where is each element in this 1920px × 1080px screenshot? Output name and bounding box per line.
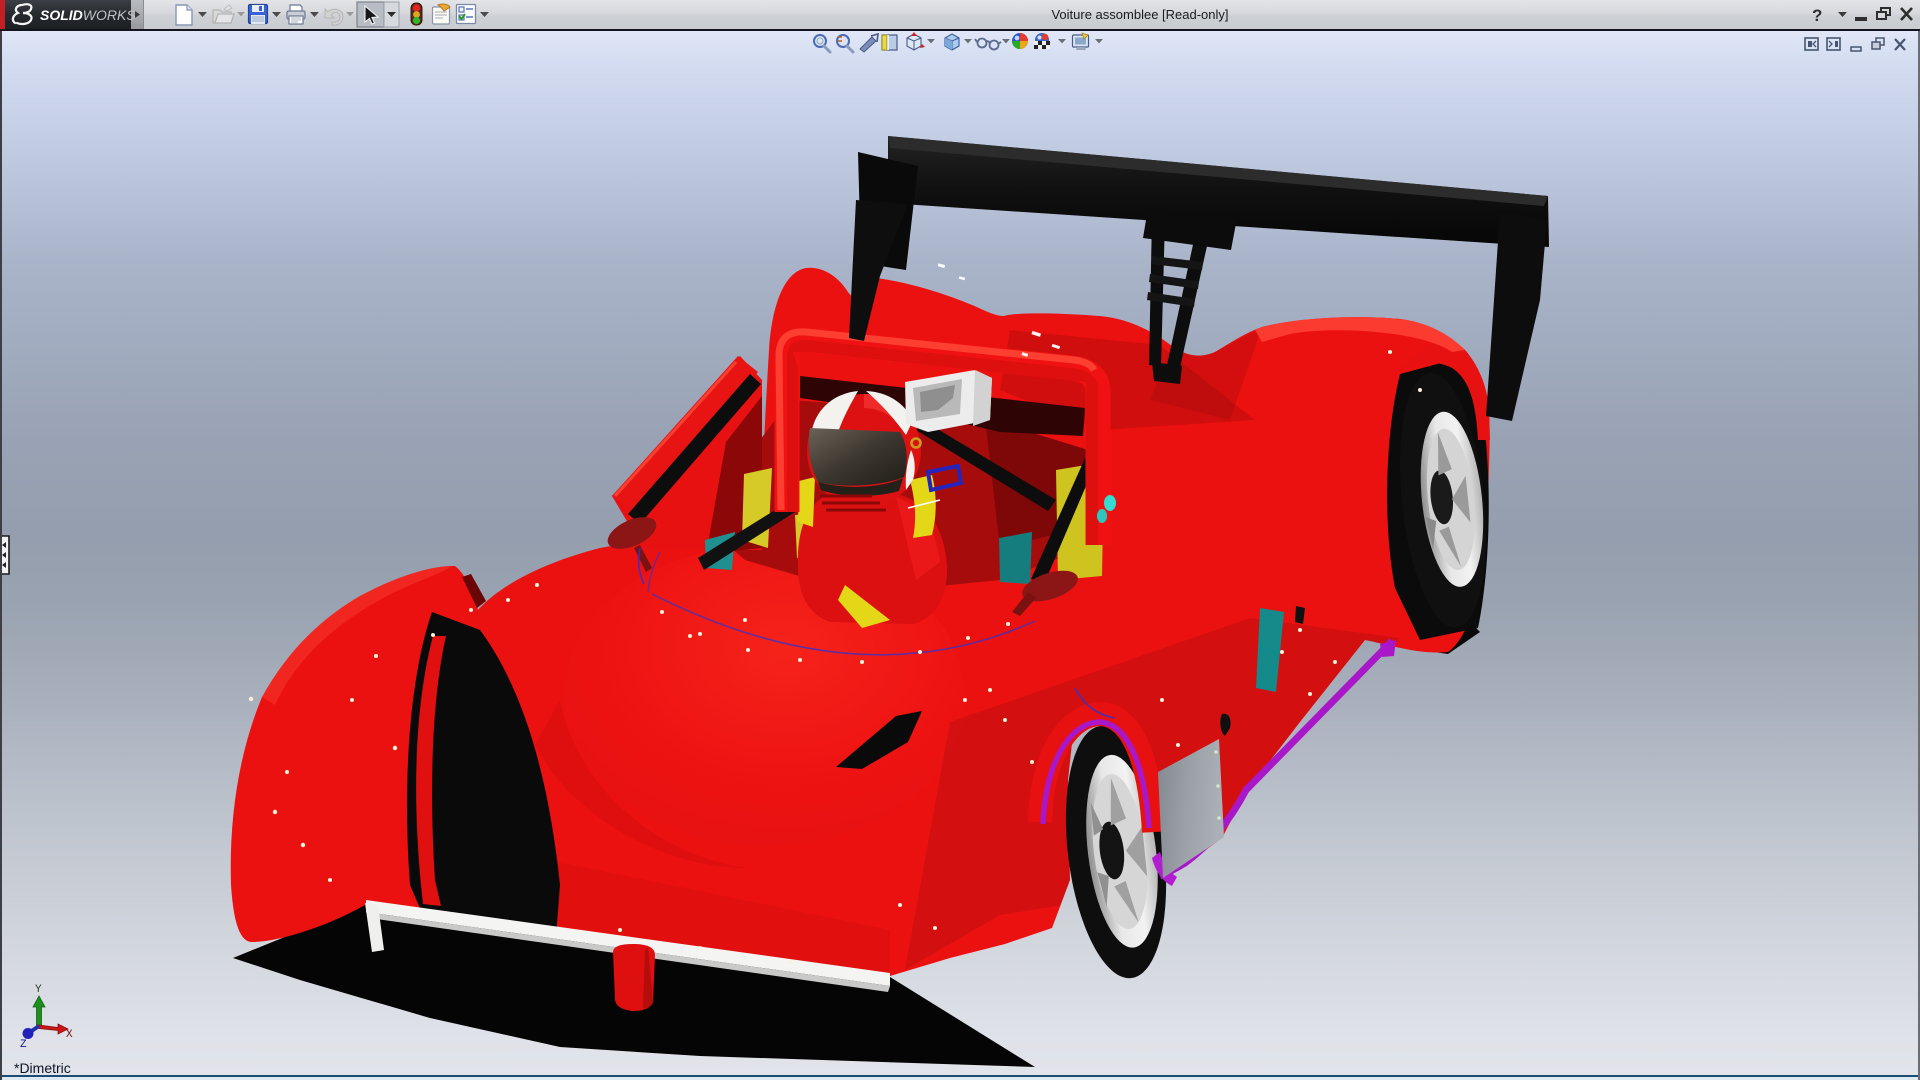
svg-text:?: ? [1812, 6, 1822, 25]
svg-text:Z: Z [20, 1039, 27, 1051]
svg-text:Y: Y [35, 984, 42, 996]
svg-text:SOLIDWORKS: SOLIDWORKS [40, 7, 136, 23]
svg-text:X: X [66, 1029, 73, 1041]
